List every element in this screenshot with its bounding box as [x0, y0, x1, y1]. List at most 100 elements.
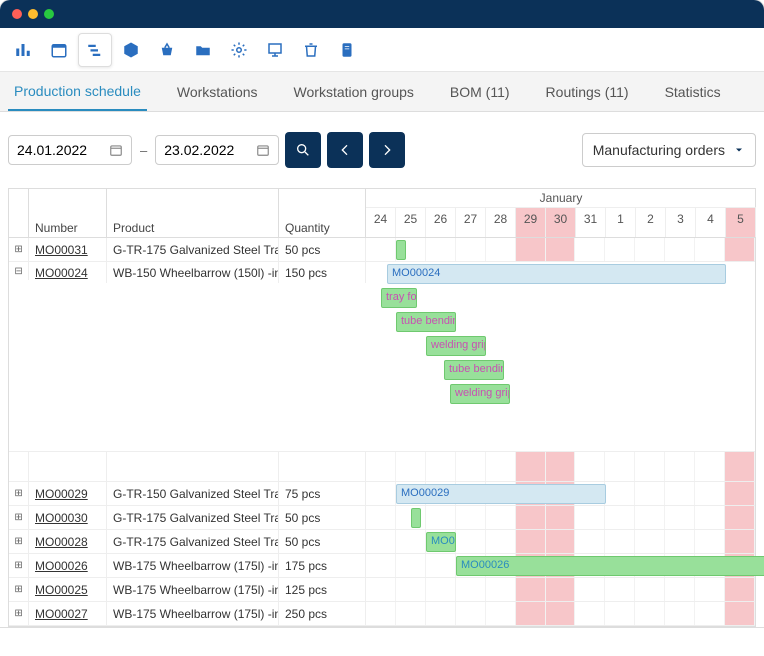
gantt-bar[interactable]: tray forming: [381, 288, 417, 308]
tabs-bar: Production schedule Workstations Workstati…: [0, 72, 764, 112]
gantt-bar[interactable]: welding grips: [450, 384, 510, 404]
quantity-value: 150 pcs: [279, 262, 366, 283]
gantt-bar[interactable]: MO00026: [456, 556, 764, 576]
gantt-grid: Number Product Quantity January 24252627…: [8, 188, 756, 627]
cube-icon[interactable]: [114, 33, 148, 67]
gantt-bar[interactable]: MO0: [426, 532, 456, 552]
product-name: WB-175 Wheelbarrow (175l) -ins: [107, 554, 279, 577]
prev-button[interactable]: [327, 132, 363, 168]
gantt-bar[interactable]: MO00029: [396, 484, 606, 504]
day-header: 27: [456, 208, 486, 237]
gantt-bar[interactable]: tube bending: [444, 360, 504, 380]
header-number: Number: [29, 189, 107, 237]
basket-icon[interactable]: [150, 33, 184, 67]
product-name: G-TR-150 Galvanized Steel Tray: [107, 482, 279, 505]
order-number-link[interactable]: MO00031: [29, 238, 107, 261]
day-header: 26: [426, 208, 456, 237]
date-to-input[interactable]: [155, 135, 279, 165]
expand-toggle[interactable]: ⊞: [9, 554, 29, 577]
view-dropdown[interactable]: Manufacturing orders: [582, 133, 756, 167]
trash-icon[interactable]: [294, 33, 328, 67]
product-name: G-TR-175 Galvanized Steel Tray: [107, 506, 279, 529]
header-product: Product: [107, 189, 279, 237]
product-name: WB-175 Wheelbarrow (175l) -ins: [107, 602, 279, 625]
folder-icon[interactable]: [186, 33, 220, 67]
order-number-link[interactable]: MO00027: [29, 602, 107, 625]
day-header: 5: [726, 208, 756, 237]
expand-toggle[interactable]: ⊞: [9, 482, 29, 505]
window-close-dot[interactable]: [12, 9, 22, 19]
gantt-area: MO00026: [366, 554, 755, 577]
tab-routings-11-[interactable]: Routings (11): [540, 74, 635, 110]
expand-toggle[interactable]: ⊞: [9, 530, 29, 553]
date-toolbar: – Manufacturing orders: [0, 112, 764, 182]
order-number-link[interactable]: MO00029: [29, 482, 107, 505]
gantt-area: [366, 238, 755, 261]
header-quantity: Quantity: [279, 189, 366, 237]
order-number-link[interactable]: MO00026: [29, 554, 107, 577]
gear-icon[interactable]: [222, 33, 256, 67]
gantt-bar[interactable]: [411, 508, 421, 528]
expand-toggle[interactable]: ⊞: [9, 602, 29, 625]
product-name: WB-175 Wheelbarrow (175l) -ins: [107, 578, 279, 601]
presentation-icon[interactable]: [258, 33, 292, 67]
order-number-link[interactable]: MO00028: [29, 530, 107, 553]
order-number-link[interactable]: MO00030: [29, 506, 107, 529]
quantity-value: 250 pcs: [279, 602, 366, 625]
gantt-area: MO00029: [366, 482, 755, 505]
tab-workstations[interactable]: Workstations: [171, 74, 264, 110]
order-number-link[interactable]: MO00025: [29, 578, 107, 601]
day-header: 2: [636, 208, 666, 237]
gantt-area: MO0: [366, 530, 755, 553]
calendar-icon[interactable]: [42, 33, 76, 67]
order-number-link[interactable]: MO00024: [29, 262, 107, 283]
tab-bom-11-[interactable]: BOM (11): [444, 74, 516, 110]
analytics-icon[interactable]: [6, 33, 40, 67]
document-icon[interactable]: [330, 33, 364, 67]
gantt-bar[interactable]: tube bending: [396, 312, 456, 332]
gantt-area: [366, 506, 755, 529]
month-label: January: [366, 189, 756, 208]
table-row: ⊞MO00028G-TR-175 Galvanized Steel Tray50…: [9, 530, 755, 554]
table-row: ⊞MO00025WB-175 Wheelbarrow (175l) -ins12…: [9, 578, 755, 602]
table-row: ⊞MO00031G-TR-175 Galvanized Steel Tray50…: [9, 238, 755, 262]
dropdown-label: Manufacturing orders: [593, 142, 725, 158]
day-header: 1: [606, 208, 636, 237]
day-header: 3: [666, 208, 696, 237]
schedule-icon[interactable]: [78, 33, 112, 67]
quantity-value: 50 pcs: [279, 506, 366, 529]
next-button[interactable]: [369, 132, 405, 168]
quantity-value: 175 pcs: [279, 554, 366, 577]
window-minimize-dot[interactable]: [28, 9, 38, 19]
calendar-icon: [109, 143, 123, 157]
table-row: ⊟MO00024WB-150 Wheelbarrow (150l) -ins15…: [9, 262, 755, 452]
product-name: G-TR-175 Galvanized Steel Tray: [107, 238, 279, 261]
date-to-field[interactable]: [164, 142, 248, 158]
tab-statistics[interactable]: Statistics: [659, 74, 727, 110]
gantt-bar[interactable]: MO00024: [387, 264, 726, 284]
window-maximize-dot[interactable]: [44, 9, 54, 19]
tab-production-schedule[interactable]: Production schedule: [8, 73, 147, 111]
table-row: ⊞MO00030G-TR-175 Galvanized Steel Tray50…: [9, 506, 755, 530]
tab-workstation-groups[interactable]: Workstation groups: [288, 74, 420, 110]
gantt-area: [366, 602, 755, 625]
gantt-bar[interactable]: welding grips: [426, 336, 486, 356]
collapse-toggle[interactable]: ⊟: [9, 262, 29, 280]
search-button[interactable]: [285, 132, 321, 168]
expand-toggle[interactable]: ⊞: [9, 506, 29, 529]
day-header: 28: [486, 208, 516, 237]
window-titlebar: [0, 0, 764, 28]
calendar-icon: [256, 143, 270, 157]
quantity-value: 50 pcs: [279, 530, 366, 553]
quantity-value: 75 pcs: [279, 482, 366, 505]
day-header: 25: [396, 208, 426, 237]
day-header: 24: [366, 208, 396, 237]
table-row: ⊞MO00026WB-175 Wheelbarrow (175l) -ins17…: [9, 554, 755, 578]
table-row: ⊞MO00027WB-175 Wheelbarrow (175l) -ins25…: [9, 602, 755, 626]
date-from-field[interactable]: [17, 142, 101, 158]
expand-toggle[interactable]: ⊞: [9, 578, 29, 601]
day-header: 31: [576, 208, 606, 237]
expand-toggle[interactable]: ⊞: [9, 238, 29, 261]
gantt-bar[interactable]: [396, 240, 406, 260]
date-from-input[interactable]: [8, 135, 132, 165]
